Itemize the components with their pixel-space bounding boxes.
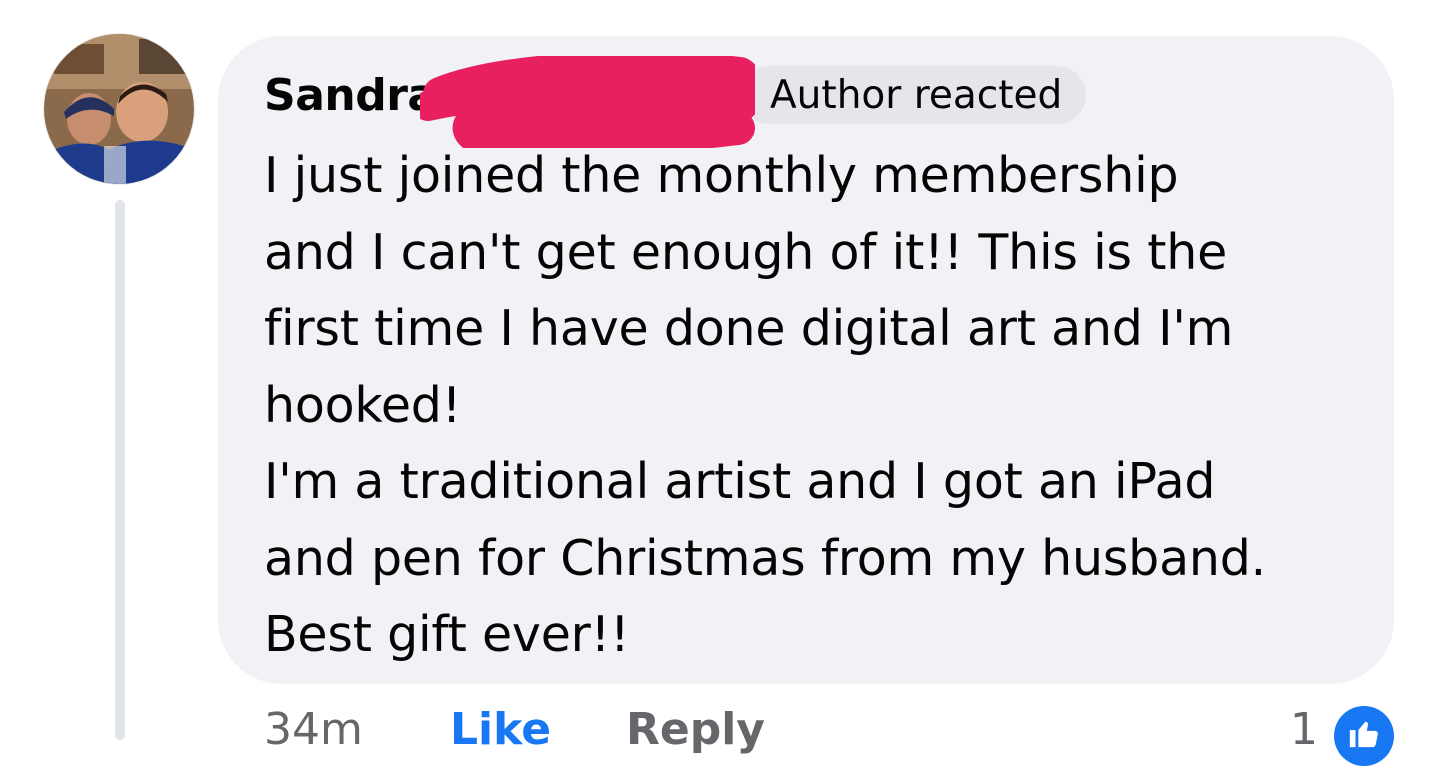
- author-name[interactable]: Sandra: [264, 70, 437, 121]
- thread-line: [115, 200, 125, 740]
- author-reacted-badge: Author reacted: [740, 66, 1087, 124]
- comment-line: and I can't get enough of it!! This is t…: [264, 223, 1228, 281]
- thumbs-up-glyph: [1349, 721, 1378, 748]
- avatar-photo: [44, 34, 194, 184]
- comment-line: and pen for Christmas from my husband.: [264, 529, 1267, 587]
- comment-header: Sandra: [264, 66, 437, 124]
- thumbs-up-icon[interactable]: [1334, 706, 1394, 766]
- comment-text: I just joined the monthly membership and…: [264, 138, 1374, 674]
- avatar[interactable]: [44, 34, 194, 184]
- comment-line: I'm a traditional artist and I got an iP…: [264, 453, 1216, 510]
- comment-line: first time I have done digital art and I…: [264, 300, 1234, 357]
- comment-line: Best gift ever!!: [264, 606, 630, 663]
- comment-line: hooked!: [264, 376, 462, 434]
- author-reacted-label: Author reacted: [770, 72, 1063, 118]
- comment-line: I just joined the monthly membership: [264, 147, 1179, 204]
- redaction-scribble: [420, 56, 755, 148]
